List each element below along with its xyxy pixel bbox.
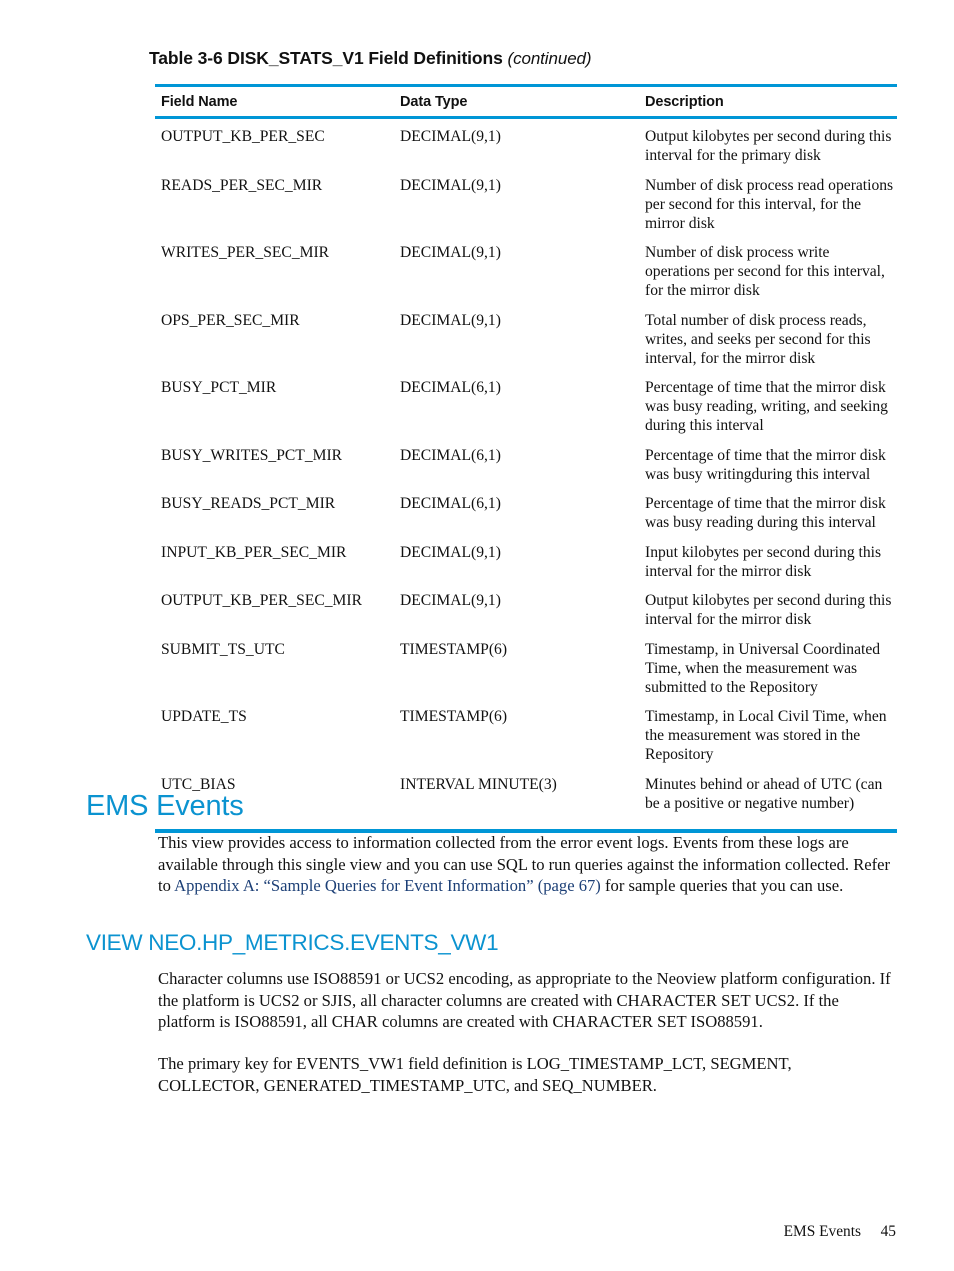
cell-data-type: DECIMAL(6,1)	[400, 495, 501, 513]
table-row: READS_PER_SEC_MIR DECIMAL(9,1) Number of…	[155, 176, 897, 233]
cell-data-type: DECIMAL(9,1)	[400, 128, 501, 145]
column-header-data-type: Data Type	[400, 94, 468, 110]
paragraph-character-encoding: Character columns use ISO88591 or UCS2 e…	[158, 969, 891, 1032]
cell-field-name: BUSY_WRITES_PCT_MIR	[161, 446, 343, 464]
column-header-description: Description	[645, 94, 724, 110]
table-row: UTC_BIAS INTERVAL MINUTE(3) Minutes behi…	[155, 775, 897, 813]
paragraph-ems-events-intro: This view provides access to information…	[158, 832, 896, 897]
cell-data-type: TIMESTAMP(6)	[400, 640, 508, 658]
table-caption: Table 3-6 DISK_STATS_V1 Field Definition…	[149, 48, 592, 69]
table-row: BUSY_WRITES_PCT_MIR DECIMAL(6,1) Percent…	[155, 446, 897, 484]
cell-description: Percentage of time that the mirror disk …	[645, 379, 888, 435]
cell-description: Percentage of time that the mirror disk …	[645, 446, 886, 483]
table-row: BUSY_PCT_MIR DECIMAL(6,1) Percentage of …	[155, 378, 897, 435]
cell-description: Timestamp, in Local Civil Time, when the…	[645, 708, 887, 764]
table-caption-continued: (continued)	[507, 49, 592, 68]
cell-data-type: DECIMAL(6,1)	[400, 446, 501, 464]
table-body: OUTPUT_KB_PER_SEC DECIMAL(9,1) Output ki…	[155, 119, 897, 829]
cell-data-type: DECIMAL(9,1)	[400, 176, 501, 194]
cell-field-name: SUBMIT_TS_UTC	[161, 640, 285, 658]
table-row: INPUT_KB_PER_SEC_MIR DECIMAL(9,1) Input …	[155, 543, 897, 581]
cell-data-type: DECIMAL(9,1)	[400, 543, 501, 561]
table-row: OPS_PER_SEC_MIR DECIMAL(9,1) Total numbe…	[155, 311, 897, 368]
table-row: BUSY_READS_PCT_MIR DECIMAL(6,1) Percenta…	[155, 494, 897, 532]
field-definitions-table: Field Name Data Type Description OUTPUT_…	[155, 84, 897, 834]
table-row: OUTPUT_KB_PER_SEC DECIMAL(9,1) Output ki…	[155, 127, 897, 165]
cell-description: Output kilobytes per second during this …	[645, 128, 892, 165]
cell-description: Percentage of time that the mirror disk …	[645, 495, 886, 532]
cell-data-type: DECIMAL(6,1)	[400, 379, 501, 397]
section-heading-ems-events: EMS Events	[86, 790, 244, 822]
cell-field-name: OUTPUT_KB_PER_SEC	[161, 128, 325, 145]
cell-description: Number of disk process read operations p…	[645, 176, 894, 232]
cell-field-name: OUTPUT_KB_PER_SEC_MIR	[161, 592, 363, 610]
section-heading-view-events-vw1: VIEW NEO.HP_METRICS.EVENTS_VW1	[86, 930, 499, 955]
footer-page-number: 45	[880, 1223, 896, 1240]
table-caption-main: Table 3-6 DISK_STATS_V1 Field Definition…	[149, 48, 503, 68]
cell-data-type: INTERVAL MINUTE(3)	[400, 775, 557, 793]
cell-field-name: INPUT_KB_PER_SEC_MIR	[161, 543, 347, 561]
table-row: WRITES_PER_SEC_MIR DECIMAL(9,1) Number o…	[155, 243, 897, 300]
cell-description: Minutes behind or ahead of UTC (can be a…	[645, 775, 883, 812]
cell-description: Input kilobytes per second during this i…	[645, 543, 882, 580]
cell-description: Output kilobytes per second during this …	[645, 592, 892, 629]
paragraph-tail-text: for sample queries that you can use.	[600, 876, 844, 896]
document-page: Table 3-6 DISK_STATS_V1 Field Definition…	[0, 0, 954, 1271]
cell-data-type: DECIMAL(9,1)	[400, 244, 501, 262]
cross-reference-link-appendix-a[interactable]: Appendix A: “Sample Queries for Event In…	[174, 876, 601, 895]
cell-data-type: TIMESTAMP(6)	[400, 708, 508, 726]
table-row: SUBMIT_TS_UTC TIMESTAMP(6) Timestamp, in…	[155, 640, 897, 697]
cell-field-name: BUSY_PCT_MIR	[161, 379, 277, 397]
table-row: UPDATE_TS TIMESTAMP(6) Timestamp, in Loc…	[155, 707, 897, 764]
cell-description: Total number of disk process reads, writ…	[645, 311, 871, 367]
table-row: OUTPUT_KB_PER_SEC_MIR DECIMAL(9,1) Outpu…	[155, 591, 897, 629]
table-header-row: Field Name Data Type Description	[155, 87, 897, 116]
cell-field-name: BUSY_READS_PCT_MIR	[161, 495, 336, 513]
cell-field-name: UPDATE_TS	[161, 708, 247, 726]
cell-data-type: DECIMAL(9,1)	[400, 311, 501, 329]
cell-field-name: READS_PER_SEC_MIR	[161, 176, 323, 194]
cell-description: Number of disk process write operations …	[645, 244, 885, 300]
cell-field-name: WRITES_PER_SEC_MIR	[161, 244, 330, 262]
column-header-field-name: Field Name	[161, 94, 238, 110]
cell-field-name: OPS_PER_SEC_MIR	[161, 311, 300, 329]
footer-section-title: EMS Events	[783, 1223, 861, 1240]
cell-data-type: DECIMAL(9,1)	[400, 592, 501, 610]
paragraph-primary-key: The primary key for EVENTS_VW1 field def…	[158, 1054, 792, 1095]
cell-description: Timestamp, in Universal Coordinated Time…	[645, 640, 881, 696]
